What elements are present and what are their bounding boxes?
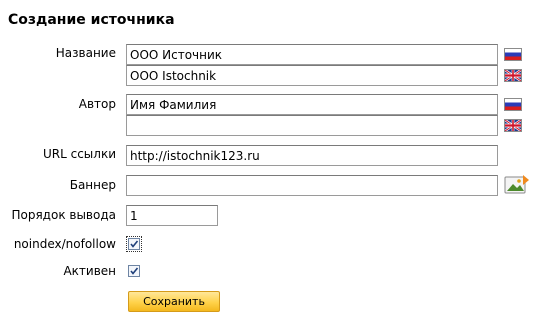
noindex-label: noindex/nofollow [13,237,116,251]
active-label: Активен [63,264,116,278]
save-button[interactable]: Сохранить [128,291,220,312]
order-input[interactable] [126,205,218,226]
name-input-en[interactable] [126,65,498,86]
image-picker-icon[interactable] [504,174,530,194]
page-title: Создание источника [8,12,175,28]
author-input-ru[interactable] [126,94,498,115]
name-input-ru[interactable] [126,44,498,65]
banner-label: Баннер [69,178,116,192]
uk-flag-icon [504,119,522,132]
name-label: Название [55,46,116,60]
noindex-checkbox[interactable] [126,236,142,252]
author-input-en[interactable] [126,115,498,136]
uk-flag-icon [504,69,522,82]
active-checkbox[interactable] [128,265,140,277]
banner-input[interactable] [126,175,498,196]
order-label: Порядок вывода [11,208,116,222]
russia-flag-icon [504,98,522,111]
russia-flag-icon [504,48,522,61]
url-input[interactable] [126,145,498,166]
author-label: Автор [78,97,116,111]
url-label: URL ссылки [42,147,116,161]
